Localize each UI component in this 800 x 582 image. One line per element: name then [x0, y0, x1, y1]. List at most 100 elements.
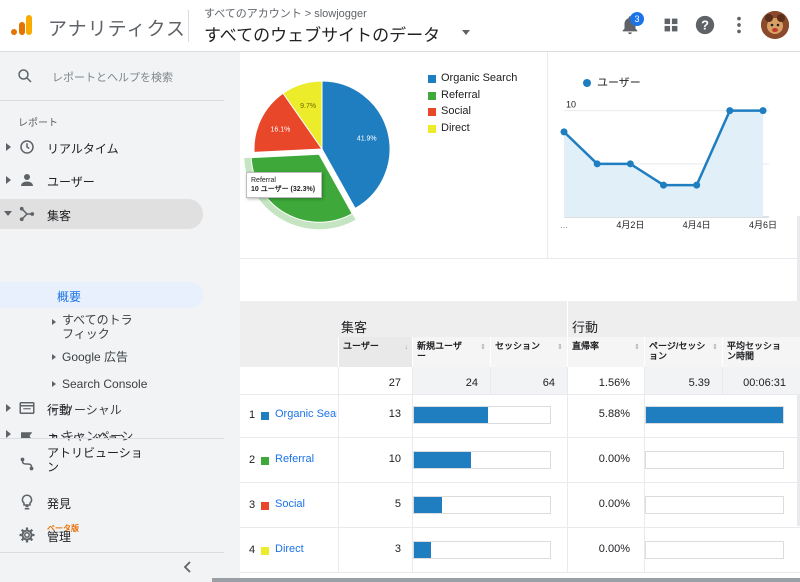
column-label: セッション — [495, 341, 541, 351]
x-tick-label: 4月2日 — [616, 220, 644, 230]
column-label: ページ/セッション — [649, 341, 706, 361]
row-color-swatch — [261, 457, 269, 465]
total-new-users: 24 — [412, 367, 490, 395]
legend-swatch — [428, 108, 436, 116]
avatar-image — [761, 11, 789, 39]
chevron-left-icon[interactable] — [183, 561, 193, 573]
sidebar-divider — [0, 438, 224, 439]
sidebar-item-conversions[interactable]: コンバージョン — [0, 424, 224, 438]
sidebar-item-label: 管理 — [47, 530, 72, 544]
sidebar-item-acquisition[interactable]: 集客 — [0, 199, 203, 229]
pie-tooltip: Referral 10 ユーザー (32.3%) — [246, 172, 322, 198]
sidebar-subitem-google-ads[interactable]: Google 広告 — [0, 291, 224, 364]
analytics-logo-icon[interactable] — [10, 13, 34, 37]
row-pages-bar-cell — [644, 438, 800, 483]
reports-section-label: レポート — [18, 118, 58, 129]
column-label: 平均セッション時間 — [727, 341, 782, 361]
sidebar-subitem-campaigns[interactable]: キャンペーン — [0, 370, 224, 443]
legend-item-referral[interactable]: Referral — [428, 89, 517, 106]
sidebar-item-label: コンバージョン — [47, 430, 131, 438]
column-header-avg-session-duration[interactable]: 平均セッション時間 — [722, 337, 800, 367]
row-bounce-rate: 0.00% — [567, 438, 644, 483]
row-users: 3 — [338, 528, 412, 573]
row-bounce-rate: 5.88% — [567, 393, 644, 438]
legend-item-direct[interactable]: Direct — [428, 122, 517, 139]
sidebar-item-audience[interactable]: ユーザー — [0, 166, 224, 194]
data-point[interactable] — [759, 107, 767, 115]
caret-down-icon[interactable] — [462, 30, 470, 35]
section-divider — [240, 258, 800, 259]
data-point[interactable] — [660, 181, 667, 189]
table-row: 2 Referral 10 0.00% — [240, 438, 800, 483]
tooltip-value: 10 ユーザー (32.3%) — [251, 186, 316, 193]
more-vert-icon[interactable] — [728, 14, 750, 36]
row-number: 3 — [249, 499, 256, 511]
row-new-users-bar-cell — [412, 528, 567, 573]
total-pages-per-session: 5.39 — [644, 367, 722, 395]
data-point[interactable] — [626, 160, 634, 168]
avatar[interactable] — [761, 11, 789, 39]
apps-grid-icon[interactable] — [660, 14, 682, 36]
header-divider — [188, 10, 189, 42]
sidebar-item-discover[interactable]: 発見 — [0, 488, 224, 516]
sidebar-item-behavior[interactable]: 行動 — [0, 394, 224, 422]
bar-fill — [414, 407, 488, 423]
row-source-link[interactable]: Social — [275, 498, 337, 510]
sidebar-divider — [0, 552, 224, 553]
property-selector[interactable]: すべてのウェブサイトのデータ — [204, 21, 440, 46]
table-row: 1 Organic Search 13 5.88% — [240, 393, 800, 438]
pie-chart: 41.9% 16.1% 9.7% — [244, 80, 391, 230]
search-input[interactable]: レポートとヘルプを検索 — [52, 69, 173, 85]
search-icon — [18, 69, 32, 83]
data-point[interactable] — [593, 160, 601, 168]
column-header-sessions[interactable]: セッション ⇕ — [490, 337, 567, 367]
column-header-new-users[interactable]: 新規ユーザー ⇕ — [412, 337, 490, 367]
line-chart: 510…4月2日4月4日4月6日 — [560, 100, 777, 230]
sidebar-subitem-social[interactable]: ソーシャル — [0, 344, 224, 417]
column-header-users[interactable]: ユーザー ↓ — [338, 337, 412, 367]
legend-swatch — [428, 124, 436, 133]
row-users: 5 — [338, 483, 412, 528]
row-number: 2 — [249, 454, 256, 466]
data-point[interactable] — [693, 181, 701, 189]
x-tick-label: 4月4日 — [683, 220, 711, 230]
horizontal-scrollbar[interactable] — [212, 578, 800, 582]
sidebar-item-admin[interactable]: 管理 — [0, 521, 224, 549]
data-point[interactable] — [726, 107, 734, 115]
breadcrumb-all-accounts[interactable]: すべてのアカウント — [204, 8, 302, 20]
column-header-pages-per-session[interactable]: ページ/セッション ⇕ — [644, 337, 722, 367]
group-header-behavior — [567, 301, 800, 337]
sort-desc-icon: ↓ — [404, 344, 409, 351]
search-box[interactable]: レポートとヘルプを検索 — [0, 52, 224, 100]
help-icon[interactable]: ? — [694, 14, 716, 36]
data-point[interactable] — [560, 128, 568, 136]
breadcrumb-account[interactable]: slowjogger — [314, 8, 367, 20]
total-sessions: 64 — [490, 367, 567, 395]
bar-track — [413, 406, 551, 424]
sort-icon: ⇕ — [634, 344, 640, 351]
row-source-link[interactable]: Organic Search — [275, 408, 337, 420]
notification-badge: 3 — [630, 12, 644, 26]
sort-icon: ⇕ — [557, 344, 563, 351]
legend-label: Organic Search — [441, 72, 518, 84]
sidebar-item-realtime[interactable]: リアルタイム — [0, 133, 224, 161]
breadcrumb[interactable]: すべてのアカウント > slowjogger — [204, 5, 367, 21]
sidebar-item-label: 発見 — [47, 497, 72, 511]
x-tick-label: 4月6日 — [749, 220, 777, 230]
sidebar-item-attribution[interactable]: アトリビューション — [0, 446, 224, 476]
column-label: ユーザー — [343, 341, 379, 351]
legend-label: Social — [441, 105, 471, 117]
pie-slice-label: 16.1% — [271, 127, 291, 134]
row-new-users-bar-cell — [412, 438, 567, 483]
sidebar: レポートとヘルプを検索 レポート リアルタイム ユーザー 集客 概要 すべてのト… — [0, 52, 224, 582]
row-source-link[interactable]: Direct — [275, 543, 337, 555]
sidebar-subitem-search-console[interactable]: Search Console — [0, 318, 224, 391]
row-color-swatch — [261, 412, 269, 420]
legend-item-organic-search[interactable]: Organic Search — [428, 72, 517, 89]
legend-item-social[interactable]: Social — [428, 105, 517, 122]
row-color-swatch — [261, 502, 269, 510]
sort-icon: ⇕ — [712, 344, 718, 351]
column-header-bounce-rate[interactable]: 直帰率 ⇕ — [567, 337, 644, 367]
row-source-link[interactable]: Referral — [275, 453, 337, 465]
sidebar-item-label: 行動 — [47, 403, 72, 417]
